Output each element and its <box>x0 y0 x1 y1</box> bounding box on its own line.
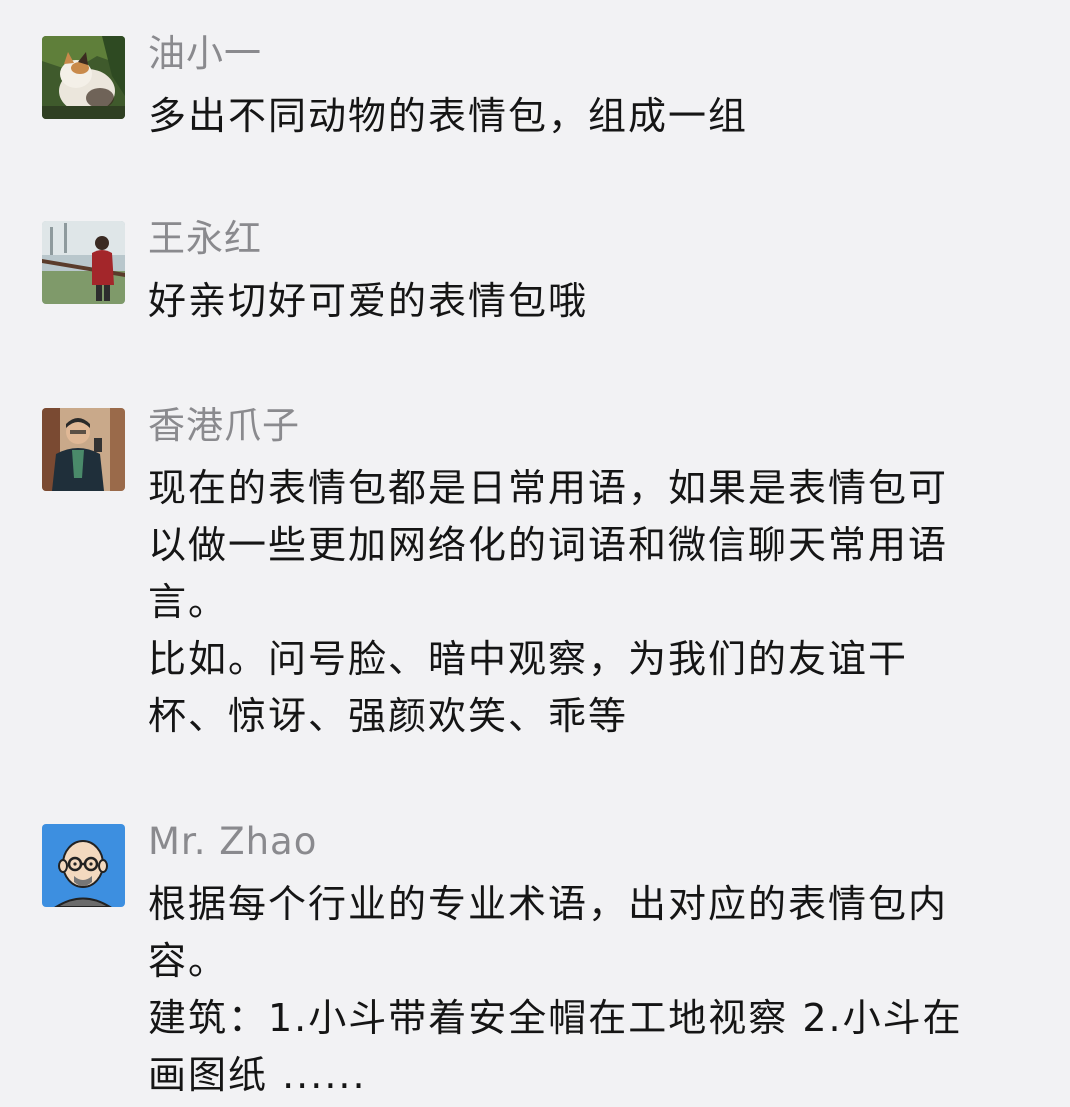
comment-text-line: 杯、惊讶、强颜欢笑、乖等 <box>148 694 629 738</box>
author-name[interactable]: 王永红 <box>148 215 262 263</box>
cat-photo-avatar-icon <box>42 36 125 119</box>
avatar[interactable] <box>42 36 125 119</box>
comment-text-line: 比如。问号脸、暗中观察，为我们的友谊干 <box>148 637 909 681</box>
man-mirror-selfie-avatar-icon <box>42 408 125 491</box>
comment-item: Mr. Zhao 根据每个行业的专业术语，出对应的表情包内 容。 建筑：1.小斗… <box>0 818 1070 1107</box>
comment-text-line: 画图纸 ...... <box>148 1053 367 1097</box>
comment-text-line: 多出不同动物的表情包，组成一组 <box>148 94 749 138</box>
comment-text: 根据每个行业的专业术语，出对应的表情包内 容。 建筑：1.小斗带着安全帽在工地视… <box>148 876 1048 1104</box>
comment-item: 油小一 多出不同动物的表情包，组成一组 <box>0 30 1070 140</box>
comment-text-line: 建筑：1.小斗带着安全帽在工地视察 2.小斗在 <box>148 996 963 1040</box>
comment-text-line: 容。 <box>148 939 229 983</box>
author-name[interactable]: 香港爪子 <box>148 402 300 450</box>
comment-text-line: 好亲切好可爱的表情包哦 <box>148 279 589 323</box>
author-name[interactable]: 油小一 <box>148 30 262 78</box>
comment-item: 香港爪子 现在的表情包都是日常用语，如果是表情包可 以做一些更加网络化的词语和微… <box>0 402 1070 742</box>
comment-text-line: 以做一些更加网络化的词语和微信聊天常用语 <box>148 523 949 567</box>
comment-text-line: 根据每个行业的专业术语，出对应的表情包内 <box>148 882 949 926</box>
woman-outdoor-photo-avatar-icon <box>42 221 125 304</box>
comment-text-line: 现在的表情包都是日常用语，如果是表情包可 <box>148 466 949 510</box>
comment-text: 好亲切好可爱的表情包哦 <box>148 273 1048 330</box>
comment-text-line: 言。 <box>148 580 229 624</box>
comment-text: 现在的表情包都是日常用语，如果是表情包可 以做一些更加网络化的词语和微信聊天常用… <box>148 460 1048 745</box>
avatar[interactable] <box>42 824 125 907</box>
author-name[interactable]: Mr. Zhao <box>148 818 317 866</box>
avatar[interactable] <box>42 408 125 491</box>
cartoon-bald-man-avatar-icon <box>42 824 125 907</box>
avatar[interactable] <box>42 221 125 304</box>
comment-item: 王永红 好亲切好可爱的表情包哦 <box>0 215 1070 325</box>
comment-text: 多出不同动物的表情包，组成一组 <box>148 88 1048 145</box>
